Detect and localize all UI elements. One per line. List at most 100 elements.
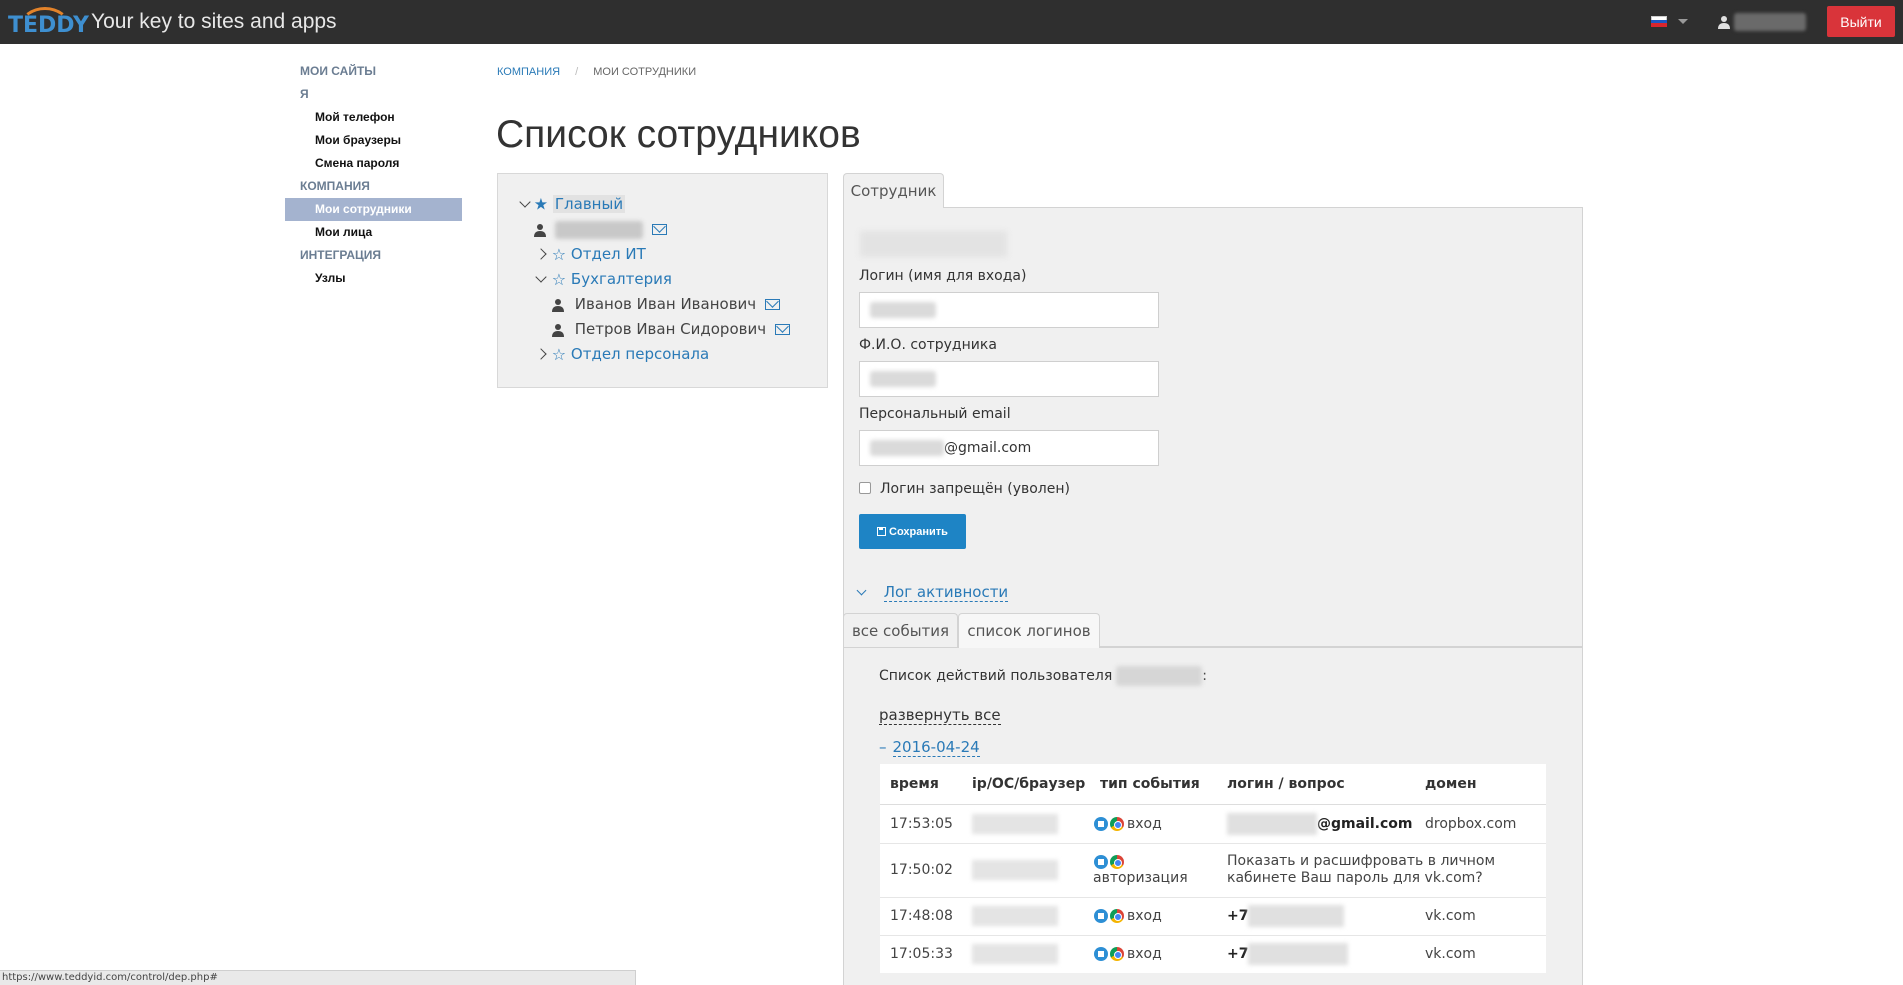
- cell-domain: dropbox.com: [1415, 803, 1546, 843]
- tree-node-employee-ivanov[interactable]: Иванов Иван Иванович: [552, 293, 780, 315]
- tree-node-it[interactable]: ☆ Отдел ИТ: [535, 243, 646, 265]
- banned-checkbox[interactable]: [859, 482, 871, 494]
- language-caret-icon[interactable]: [1678, 19, 1688, 24]
- envelope-icon[interactable]: [774, 324, 790, 335]
- login-input[interactable]: [859, 292, 1159, 328]
- column-header-domain: домен: [1415, 764, 1546, 805]
- email-suffix: @gmail.com: [944, 440, 1032, 456]
- tree-label-it[interactable]: Отдел ИТ: [571, 245, 646, 263]
- column-header-type: тип события: [1090, 764, 1217, 805]
- tree-label-ivanov[interactable]: Иванов Иван Иванович: [575, 295, 756, 313]
- fio-label: Ф.И.О. сотрудника: [859, 337, 997, 353]
- event-type: вход: [1127, 946, 1162, 963]
- chevron-down-icon[interactable]: [519, 196, 531, 208]
- tree-node-employee-petrov[interactable]: Петров Иван Сидорович: [552, 318, 790, 340]
- blurred-employee-heading: [860, 231, 1007, 257]
- person-icon: [552, 323, 564, 337]
- table-row: 17:50:02 авторизация Показать и расшифро…: [880, 842, 1546, 897]
- activity-log-link[interactable]: Лог активности: [883, 583, 1009, 602]
- email-input[interactable]: @gmail.com: [859, 430, 1159, 466]
- chevron-right-icon[interactable]: [535, 247, 547, 260]
- blurred-login: [1227, 812, 1317, 835]
- activity-log-toggle[interactable]: Лог активности: [856, 583, 1009, 602]
- save-button[interactable]: Сохранить: [859, 514, 966, 549]
- windows-icon: [1094, 816, 1108, 831]
- star-half-icon: ☆: [551, 344, 567, 364]
- tree-label-accounting[interactable]: Бухгалтерия: [571, 270, 672, 288]
- user-name-blurred[interactable]: [1734, 13, 1806, 31]
- cell-type: авторизация: [1090, 842, 1217, 897]
- breadcrumb: КОМПАНИЯ / МОИ СОТРУДНИКИ: [497, 66, 696, 78]
- tab-login-list[interactable]: список логинов: [958, 613, 1100, 648]
- tab-employee[interactable]: Сотрудник: [843, 173, 944, 208]
- blurred-fio-value: [870, 371, 936, 387]
- cell-time: 17:50:02: [880, 842, 962, 897]
- table-header-row: время ip/ОС/браузер тип события логин / …: [880, 764, 1546, 805]
- sidebar-item-change-password[interactable]: Смена пароля: [285, 152, 462, 175]
- envelope-icon[interactable]: [651, 224, 667, 235]
- russian-flag-icon[interactable]: [1651, 16, 1667, 27]
- envelope-icon[interactable]: [764, 299, 780, 310]
- tree-label-hr[interactable]: Отдел персонала: [571, 345, 709, 363]
- chevron-down-icon[interactable]: [856, 585, 867, 595]
- login-label: Логин (имя для входа): [859, 268, 1027, 284]
- blurred-employee-name: [554, 220, 643, 239]
- blurred-login-value: [870, 302, 936, 318]
- collapse-minus-icon[interactable]: –: [879, 738, 887, 756]
- tree-node-hr[interactable]: ☆ Отдел персонала: [535, 343, 709, 365]
- logo-text: TEDDY: [8, 13, 89, 38]
- tree-node-root[interactable]: ★ Главный: [519, 193, 626, 215]
- expand-all-link[interactable]: развернуть все: [879, 706, 1001, 725]
- sidebar-item-my-phone[interactable]: Мой телефон: [285, 106, 462, 129]
- event-type: авторизация: [1093, 870, 1188, 886]
- sidebar-item-integration[interactable]: ИНТЕГРАЦИЯ: [285, 244, 462, 267]
- email-label: Персональный email: [859, 406, 1011, 422]
- save-button-label: Сохранить: [889, 525, 948, 538]
- tree-node-head-employee[interactable]: [534, 218, 667, 240]
- banned-checkbox-label[interactable]: Логин запрещён (уволен): [880, 481, 1070, 497]
- windows-icon: [1094, 909, 1108, 923]
- sidebar-item-my-sites[interactable]: МОИ САЙТЫ: [285, 60, 462, 83]
- sidebar-item-me[interactable]: Я: [285, 83, 462, 106]
- column-header-ip: ip/ОС/браузер: [962, 764, 1090, 805]
- cell-login: +7: [1217, 934, 1415, 973]
- phone-prefix: +7: [1227, 946, 1249, 963]
- column-header-time: время: [880, 764, 962, 805]
- cell-domain: vk.com: [1415, 896, 1546, 935]
- star-half-icon: ☆: [551, 244, 567, 264]
- tab-all-events[interactable]: все события: [843, 613, 958, 648]
- user-actions-label: Список действий пользователя: [879, 668, 1113, 684]
- star-icon: ★: [533, 194, 549, 214]
- cell-ip: [962, 842, 1090, 897]
- table-row: 17:53:05 вход @gmail.com dropbox.com: [880, 803, 1546, 843]
- breadcrumb-separator: /: [575, 66, 579, 78]
- chevron-down-icon[interactable]: [535, 271, 547, 283]
- user-icon[interactable]: [1717, 15, 1731, 29]
- fio-input[interactable]: [859, 361, 1159, 397]
- logout-button[interactable]: Выйти: [1827, 6, 1895, 37]
- chevron-right-icon[interactable]: [535, 347, 547, 360]
- tree-label-root[interactable]: Главный: [552, 195, 626, 213]
- blurred-user-name: [1116, 666, 1203, 686]
- top-navbar: TEDDY Your key to sites and apps Выйти: [0, 0, 1903, 44]
- sidebar-item-my-browsers[interactable]: Мои браузеры: [285, 129, 462, 152]
- breadcrumb-company-link[interactable]: КОМПАНИЯ: [497, 66, 560, 78]
- column-header-login: логин / вопрос: [1217, 764, 1415, 805]
- sidebar-item-my-persons[interactable]: Мои лица: [285, 221, 462, 244]
- sidebar-menu: МОИ САЙТЫ Я Мой телефон Мои браузеры Сме…: [285, 60, 462, 290]
- tree-node-accounting[interactable]: ☆ Бухгалтерия: [535, 268, 672, 290]
- sidebar-item-my-employees[interactable]: Мои сотрудники: [285, 198, 462, 221]
- chrome-icon: [1110, 855, 1124, 869]
- cell-time: 17:05:33: [880, 934, 962, 973]
- date-link[interactable]: 2016-04-24: [892, 738, 980, 757]
- sidebar-item-company[interactable]: КОМПАНИЯ: [285, 175, 462, 198]
- chrome-icon: [1110, 947, 1124, 962]
- browser-status-bar: https://www.teddyid.com/control/dep.php#: [0, 970, 636, 985]
- teddy-logo[interactable]: TEDDY: [6, 7, 89, 39]
- sidebar-item-nodes[interactable]: Узлы: [285, 267, 462, 290]
- date-group-header[interactable]: –2016-04-24: [879, 738, 980, 757]
- tree-label-petrov[interactable]: Петров Иван Сидорович: [575, 320, 766, 338]
- blurred-phone: [1248, 943, 1349, 966]
- cell-ip: [962, 934, 1090, 973]
- event-type: вход: [1127, 815, 1162, 832]
